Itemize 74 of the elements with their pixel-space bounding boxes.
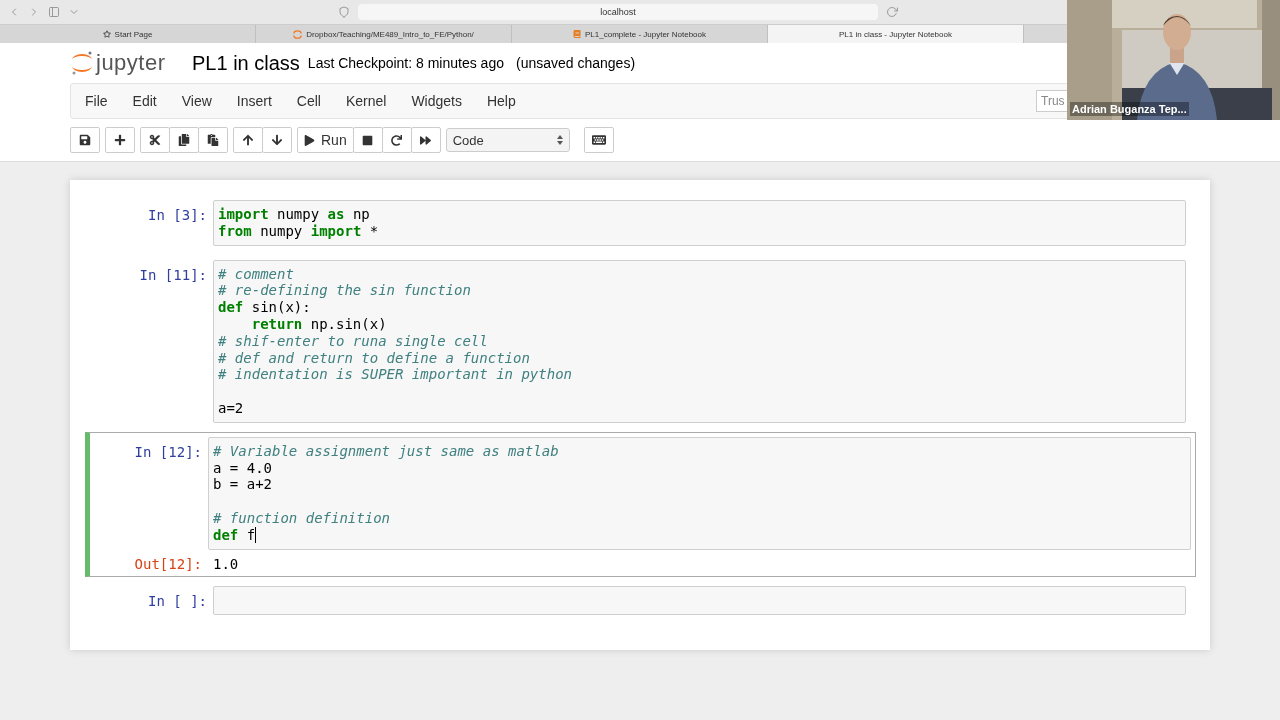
code-comment: # shif-enter to runa single cell [218,332,488,350]
cell-type-select[interactable]: Code [445,128,570,152]
fast-forward-icon [420,134,432,146]
input-prompt: In [11]: [138,265,208,283]
output-prompt: Out[12]: [133,555,203,572]
save-status: (unsaved changes) [515,55,636,71]
input-prompt: In [3]: [147,206,208,223]
copy-button[interactable] [169,127,199,153]
jupyter-icon [293,29,303,39]
participant-name: Adrian Buganza Tep... [1070,102,1189,116]
code-line: def f [213,526,256,544]
input-prompt: In [ ]: [147,591,208,609]
code-line: a = 4.0 [213,459,272,477]
keyboard-icon [591,133,606,147]
notebook-cell[interactable]: In [11]: # comment # re-defining the sin function def sin(x): return np.sin(x) # shif-enter to runa single cell # def and return to define a function # indentation is SUPER important in python a=2 [90,254,1191,428]
menu-item[interactable]: Kernel [335,93,398,109]
code-comment: # def and return to define a function [218,349,530,367]
move-down-button[interactable] [262,127,292,153]
arrow-down-icon [271,134,283,146]
scissors-icon [149,134,161,146]
menu-item[interactable]: File [75,93,119,109]
clipboard-icon [207,134,219,146]
paste-button[interactable] [198,127,228,153]
arrow-up-icon [242,134,254,146]
updown-caret-icon [556,135,563,145]
fast-forward-button[interactable] [410,127,441,153]
cut-button[interactable] [140,127,170,153]
run-button[interactable]: Run [297,127,354,153]
copy-icon [178,134,190,146]
restart-icon [391,134,403,146]
add-cell-button[interactable] [105,127,135,153]
menu-item[interactable]: View [171,93,223,109]
code-line: from numpy import* [218,222,379,240]
code-editor[interactable]: # comment # re-defining the sin function def sin(x): return np.sin(x) # shif-enter to runa single cell # def and return to define a function # indentation is SUPER important in python a=2 [213,259,1186,423]
code-line: import numpy as np [218,206,370,223]
notebook-cell[interactable]: In [ ]: [90,580,1191,620]
logo-text: jupyter [96,50,166,76]
menu-item[interactable]: Widgets [401,93,473,109]
stop-icon [362,134,374,146]
code-editor[interactable]: import numpy as np from numpy import* [213,200,1186,246]
menu-item[interactable]: Cell [286,93,332,109]
browser-tab[interactable]: PL1 in class - Jupyter Notebook [768,25,1024,43]
save-button[interactable] [70,127,100,153]
save-icon [79,134,91,146]
code-line: def sin(x): [218,299,311,316]
menu-item[interactable]: Help [476,93,527,109]
keyboard-button[interactable] [583,127,614,153]
plus-icon [114,134,126,146]
star-icon [102,30,111,38]
notebook-cell[interactable]: In [3]: import numpy as np from numpy import* [90,195,1191,251]
trusted-button[interactable]: Trus [1036,90,1070,112]
code-line: b = a+2 [213,476,272,494]
notebook-cell[interactable]: In [12]: # Variable assignment just same as matlab a = 4.0 b = a+2 # function definition def f Out[12]: 1.0 [85,431,1196,577]
restart-button[interactable] [381,127,412,153]
code-comment: # comment [218,265,294,283]
code-line: a=2 [218,399,244,417]
move-up-button[interactable] [233,127,263,153]
stop-button[interactable] [352,127,383,153]
notebook-title[interactable]: PL1 in class [192,51,300,75]
checkpoint-text: Last Checkpoint: 8 minutes ago [307,55,504,71]
code-editor[interactable]: # Variable assignment just same as matlab a = 4.0 b = a+2 # function definition def f [208,436,1191,550]
book-icon [573,30,581,38]
code-comment: # re-defining the sin function [218,282,471,300]
code-line: return np.sin(x) [250,316,387,333]
play-icon [304,134,315,146]
output-text: 1.0 [212,555,240,572]
menu-item[interactable]: Edit [122,93,168,109]
menu-item[interactable]: Insert [226,93,283,109]
address-field[interactable]: localhost [358,4,878,20]
input-prompt: In [12]: [133,442,203,460]
code-comment: # Variable assignment just same as matlab [213,442,559,460]
code-comment: # indentation is SUPER important in python [218,366,572,384]
code-comment: # function definition [213,509,390,527]
logo-icon [70,50,94,76]
